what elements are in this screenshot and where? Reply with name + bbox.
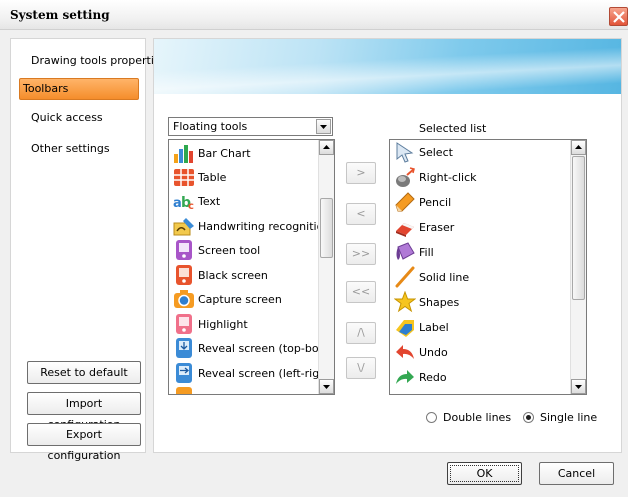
- select-cursor-icon: [394, 141, 416, 163]
- table-icon: [173, 166, 195, 188]
- toolbars-settings-panel: Floating tools Bar Chart Table ab c Text…: [153, 38, 622, 453]
- redo-icon: [394, 366, 416, 388]
- selected-list-scrollbar[interactable]: [570, 140, 586, 394]
- toolbar-type-select[interactable]: Floating tools: [168, 117, 333, 136]
- chevron-down-icon[interactable]: [316, 119, 331, 134]
- settings-nav-panel: Drawing tools properties Toolbars Quick …: [10, 38, 166, 462]
- undo-icon: [394, 341, 416, 363]
- remove-all-button[interactable]: <<: [346, 281, 376, 303]
- add-all-button[interactable]: >>: [346, 243, 376, 265]
- scroll-down-icon[interactable]: [319, 379, 334, 394]
- highlight-icon: [173, 313, 195, 335]
- toolbar-type-value: Floating tools: [173, 120, 248, 133]
- import-configuration-button[interactable]: Import configuration: [27, 392, 141, 431]
- add-button[interactable]: >: [346, 162, 376, 184]
- system-setting-window: System setting Drawing tools properties …: [0, 0, 628, 497]
- radio-indicator[interactable]: [426, 412, 437, 423]
- nav-item-other-settings[interactable]: Other settings: [19, 138, 139, 160]
- reveal-left-right-icon: [173, 362, 195, 384]
- partial-icon: [173, 386, 195, 394]
- close-icon[interactable]: [609, 7, 628, 26]
- solid-line-icon: [394, 266, 416, 288]
- screen-tool-icon: [173, 239, 195, 261]
- fill-icon: [394, 241, 416, 263]
- bar-chart-icon: [173, 142, 195, 164]
- scroll-thumb[interactable]: [320, 198, 333, 258]
- selected-list-title: Selected list: [419, 122, 487, 135]
- reveal-top-bottom-icon: [173, 337, 195, 359]
- available-tools-list[interactable]: Bar Chart Table abc Text Handwriting rec…: [168, 139, 335, 395]
- cancel-button[interactable]: Cancel: [539, 462, 614, 485]
- handwriting-icon: [173, 215, 195, 237]
- title-bar[interactable]: System setting: [0, 0, 628, 30]
- camera-icon: [173, 288, 195, 310]
- radio-indicator-checked[interactable]: [523, 412, 534, 423]
- label-icon: [394, 316, 416, 338]
- right-click-icon: [394, 166, 416, 188]
- pencil-icon: [394, 191, 416, 213]
- nav-item-drawing-tools-properties[interactable]: Drawing tools properties: [19, 50, 166, 72]
- ok-button[interactable]: OK: [447, 462, 522, 485]
- scroll-down-icon[interactable]: [571, 379, 586, 394]
- text-icon: abc: [173, 190, 195, 212]
- svg-text:c: c: [188, 201, 194, 212]
- scroll-up-icon[interactable]: [571, 140, 586, 155]
- export-configuration-button[interactable]: Export configuration: [27, 423, 141, 462]
- move-up-button[interactable]: /\: [346, 322, 376, 344]
- nav-item-quick-access[interactable]: Quick access: [19, 107, 139, 129]
- black-screen-icon: [173, 264, 195, 286]
- available-list-scrollbar[interactable]: [318, 140, 334, 394]
- scroll-thumb[interactable]: [572, 156, 585, 300]
- header-banner: [154, 39, 621, 94]
- remove-button[interactable]: <: [346, 203, 376, 225]
- eraser-icon: [394, 216, 416, 238]
- nav-item-toolbars[interactable]: Toolbars: [19, 78, 139, 100]
- single-line-radio[interactable]: Single line: [523, 411, 597, 424]
- move-down-button[interactable]: \/: [346, 357, 376, 379]
- shapes-icon: [393, 290, 417, 313]
- reset-to-default-button[interactable]: Reset to default: [27, 361, 141, 384]
- window-title: System setting: [10, 8, 110, 22]
- double-lines-radio[interactable]: Double lines: [426, 411, 511, 424]
- scroll-up-icon[interactable]: [319, 140, 334, 155]
- selected-tools-list[interactable]: Select Right-click Pencil Eraser Fill So…: [389, 139, 587, 395]
